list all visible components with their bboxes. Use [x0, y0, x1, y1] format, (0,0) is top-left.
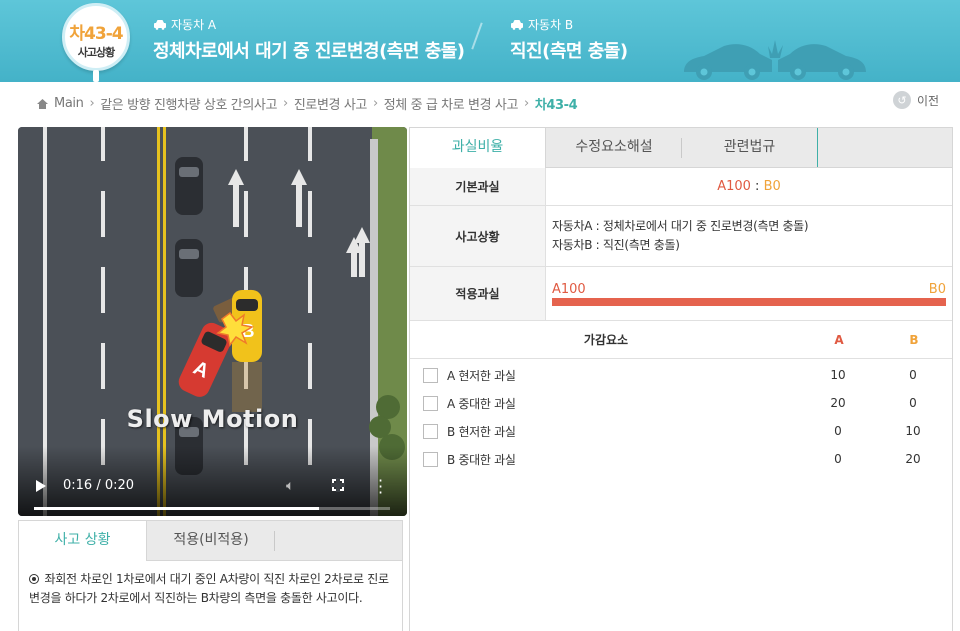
factor-checkbox[interactable]	[423, 423, 438, 439]
factor-name: B 중대한 과실	[447, 452, 516, 467]
factor-value-b: 20	[905, 452, 921, 466]
situation-b: 자동차B : 직진(측면 충돌)	[552, 238, 680, 252]
factor-value-a: 10	[830, 368, 846, 382]
fullscreen-icon[interactable]	[331, 478, 345, 492]
chevron-right-icon: ›	[372, 96, 378, 111]
situation-tabs: 사고 상황 적용(비적용)	[19, 521, 402, 561]
factor-value-a: 20	[830, 396, 846, 410]
factor-value-a: 0	[834, 424, 842, 438]
car-icon	[511, 20, 523, 30]
case-badge-sub: 사고상황	[77, 46, 115, 59]
fault-panel: 과실비율 수정요소해설 관련법규 기본과실 A100 : B0 사고상황 자동차…	[409, 127, 953, 631]
car-a-title: 정체차로에서 대기 중 진로변경(측면 충돌)	[153, 41, 465, 62]
accident-video-player[interactable]: A B Slow Motion 0:16 / 0:20 🔈︎ · · ·	[18, 127, 407, 516]
fault-tabs: 과실비율 수정요소해설 관련법규	[410, 128, 952, 168]
list-item: B 중대한 과실 0 20	[410, 445, 952, 473]
car-icon	[154, 20, 166, 30]
video-controls: 0:16 / 0:20 🔈︎ · · ·	[18, 446, 407, 516]
home-icon[interactable]	[37, 98, 48, 109]
car-b-title: 직진(측면 충돌)	[510, 41, 628, 62]
applied-fault-row: 적용과실 A100 B0	[410, 267, 952, 321]
applied-fault-label: 적용과실	[410, 267, 546, 320]
badge-stem	[93, 70, 99, 82]
fault-ratio-fill-a	[552, 297, 946, 306]
tab-adjustment-explanation[interactable]: 수정요소해설	[546, 128, 682, 167]
car-a-label: 자동차 A	[171, 18, 217, 32]
list-item: A 현저한 과실 10 0	[410, 361, 952, 389]
factor-value-b: 0	[909, 368, 917, 382]
situation-description: 좌회전 차로인 1차로에서 대기 중인 A차량이 직진 차로인 2차로로 진로변…	[19, 561, 402, 617]
prev-button[interactable]: ↺ 이전	[893, 91, 939, 109]
case-badge: 차43-4 사고상황	[62, 3, 130, 71]
tab-related-laws[interactable]: 관련법규	[682, 128, 818, 167]
basic-fault-a: A100	[717, 179, 751, 194]
breadcrumb-item[interactable]: 진로변경 사고	[294, 94, 367, 113]
tab-accident-situation[interactable]: 사고 상황	[19, 521, 147, 561]
car-b-label: 자동차 B	[528, 18, 574, 32]
situation-description-text: 좌회전 차로인 1차로에서 대기 중인 A차량이 직진 차로인 2차로로 진로변…	[29, 572, 389, 605]
applied-fault-value: A100 B0	[546, 267, 952, 320]
factor-checkbox[interactable]	[423, 395, 438, 411]
more-options-icon[interactable]: · · ·	[378, 473, 383, 501]
situation-label: 사고상황	[410, 206, 546, 266]
page-header: 차43-4 사고상황 자동차 A 정체차로에서 대기 중 진로변경(측면 충돌)…	[0, 0, 960, 82]
back-arrow-icon: ↺	[893, 91, 911, 109]
chevron-right-icon: ›	[283, 96, 288, 111]
list-item: B 현저한 과실 0 10	[410, 417, 952, 445]
applied-fault-a: A100	[552, 281, 586, 297]
chevron-right-icon: ›	[524, 96, 529, 111]
basic-fault-row: 기본과실 A100 : B0	[410, 168, 952, 206]
factor-name: A 중대한 과실	[447, 396, 516, 411]
list-item: A 중대한 과실 20 0	[410, 389, 952, 417]
breadcrumb: Main › 같은 방향 진행차량 상호 간의사고 › 진로변경 사고 › 정체…	[37, 94, 578, 113]
play-icon[interactable]	[36, 480, 46, 492]
video-time: 0:16 / 0:20	[63, 478, 135, 493]
basic-fault-separator: :	[750, 179, 764, 194]
fault-ratio-bar	[552, 297, 946, 306]
factor-name: B 현저한 과실	[447, 424, 516, 439]
car-a-block: 자동차 A 정체차로에서 대기 중 진로변경(측면 충돌)	[153, 16, 465, 63]
situation-row: 사고상황 자동차A : 정체차로에서 대기 중 진로변경(측면 충돌) 자동차B…	[410, 206, 952, 267]
header-divider	[471, 22, 483, 50]
adjustment-header-label: 가감요소	[583, 333, 629, 347]
factor-value-a: 0	[834, 452, 842, 466]
car-b-block: 자동차 B 직진(측면 충돌)	[510, 16, 628, 63]
prev-label: 이전	[917, 93, 940, 108]
chevron-right-icon: ›	[89, 96, 95, 111]
crash-illustration	[684, 40, 866, 80]
factor-value-b: 10	[905, 424, 921, 438]
video-progress-bar[interactable]	[34, 507, 390, 510]
applied-fault-b: B0	[928, 281, 946, 297]
slow-motion-overlay: Slow Motion	[126, 405, 299, 433]
basic-fault-b: B0	[763, 179, 781, 194]
situation-value: 자동차A : 정체차로에서 대기 중 진로변경(측면 충돌) 자동차B : 직진…	[546, 206, 952, 266]
breadcrumb-home[interactable]: Main	[54, 96, 84, 111]
breadcrumb-item[interactable]: 같은 방향 진행차량 상호 간의사고	[100, 94, 277, 113]
tab-fault-ratio[interactable]: 과실비율	[410, 128, 546, 168]
situation-panel: 사고 상황 적용(비적용) 좌회전 차로인 1차로에서 대기 중인 A차량이 직…	[18, 520, 403, 631]
factor-checkbox[interactable]	[423, 451, 438, 467]
adjustment-col-a: A	[834, 332, 844, 347]
adjustment-col-b: B	[909, 332, 919, 347]
factor-value-b: 0	[909, 396, 917, 410]
basic-fault-value: A100 : B0	[546, 168, 952, 205]
breadcrumb-item[interactable]: 정체 중 급 차로 변경 사고	[384, 94, 519, 113]
factor-name: A 현저한 과실	[447, 368, 516, 383]
basic-fault-label: 기본과실	[410, 168, 546, 205]
video-progress-fill	[34, 507, 319, 510]
breadcrumb-current: 차43-4	[534, 98, 578, 113]
bullet-icon	[29, 574, 39, 584]
situation-a: 자동차A : 정체차로에서 대기 중 진로변경(측면 충돌)	[552, 219, 809, 233]
adjustment-header: 가감요소 A B	[410, 321, 952, 359]
adjustment-list: A 현저한 과실 10 0 A 중대한 과실 20 0 B 현저한 과실 0 1…	[410, 359, 952, 473]
factor-checkbox[interactable]	[423, 367, 438, 383]
case-code: 차43-4	[69, 24, 123, 44]
tab-applicability[interactable]: 적용(비적용)	[147, 521, 275, 560]
volume-icon[interactable]: 🔈︎	[286, 478, 294, 494]
